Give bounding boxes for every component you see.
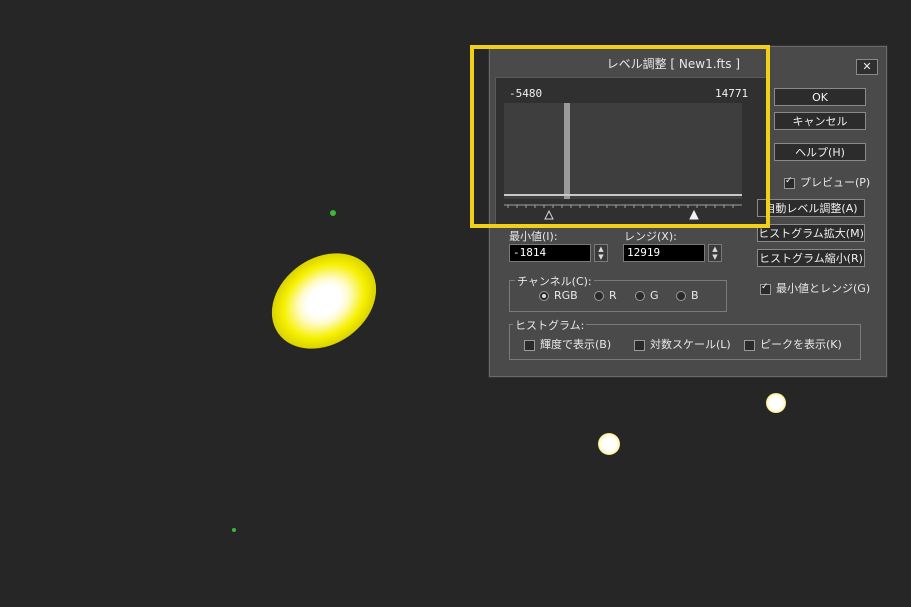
channel-group-label: チャンネル(C): (515, 273, 594, 289)
channel-option-label: RGB (554, 289, 578, 302)
min-and-range-label: 最小値とレンジ(G) (776, 282, 871, 295)
preview-check-icon[interactable] (784, 176, 795, 189)
radio-icon[interactable] (635, 291, 645, 301)
log-scale-checkbox[interactable]: 対数スケール(L) (634, 336, 731, 352)
spin-up-icon[interactable]: ▲ (595, 245, 607, 253)
channel-radio-rgb[interactable]: RGB (539, 289, 578, 302)
channel-option-label: G (650, 289, 659, 302)
option-label: 輝度で表示(B) (540, 338, 612, 351)
checkbox-icon[interactable] (634, 339, 645, 351)
min-value-label: 最小値(I): (509, 230, 558, 243)
channel-radio-g[interactable]: G (635, 289, 659, 302)
option-label: ピークを表示(K) (760, 338, 842, 351)
range-input[interactable]: 12919 (623, 244, 705, 262)
checkbox-icon[interactable] (744, 339, 755, 351)
channel-option-label: B (691, 289, 699, 302)
spin-up-icon[interactable]: ▲ (709, 245, 721, 253)
histogram-zoom-in-button[interactable]: ヒストグラム拡大(M) (757, 224, 865, 242)
highlight-box (470, 45, 770, 228)
preview-label: プレビュー(P) (800, 176, 871, 189)
histogram-zoom-out-button[interactable]: ヒストグラム縮小(R) (757, 249, 865, 267)
auto-level-button[interactable]: 自動レベル調整(A) (757, 199, 865, 217)
channel-radio-b[interactable]: B (676, 289, 699, 302)
radio-icon[interactable] (676, 291, 686, 301)
channel-option-label: R (609, 289, 617, 302)
faint-star-object (330, 210, 336, 216)
galaxy-object (253, 233, 395, 369)
histogram-options-label: ヒストグラム: (513, 317, 587, 333)
range-spinner[interactable]: ▲ ▼ (708, 244, 722, 262)
luminance-display-checkbox[interactable]: 輝度で表示(B) (524, 336, 611, 352)
star-object (766, 393, 786, 413)
range-label: レンジ(X): (624, 230, 677, 243)
spin-down-icon[interactable]: ▼ (595, 253, 607, 261)
star-object (598, 433, 620, 455)
close-button[interactable]: ✕ (856, 59, 878, 75)
min-value-input[interactable]: -1814 (509, 244, 591, 262)
preview-checkbox[interactable]: プレビュー(P) (784, 174, 870, 190)
spin-down-icon[interactable]: ▼ (709, 253, 721, 261)
ok-button[interactable]: OK (774, 88, 866, 106)
min-and-range-checkbox[interactable]: 最小値とレンジ(G) (760, 280, 870, 296)
radio-icon[interactable] (594, 291, 604, 301)
help-button[interactable]: ヘルプ(H) (774, 143, 866, 161)
option-label: 対数スケール(L) (650, 338, 731, 351)
checkbox-icon[interactable] (524, 339, 535, 351)
min-and-range-check-icon[interactable] (760, 282, 771, 295)
show-peak-checkbox[interactable]: ピークを表示(K) (744, 336, 842, 352)
radio-selected-icon[interactable] (539, 291, 549, 301)
channel-radio-r[interactable]: R (594, 289, 617, 302)
faint-star-object (232, 528, 236, 532)
min-value-spinner[interactable]: ▲ ▼ (594, 244, 608, 262)
cancel-button[interactable]: キャンセル (774, 112, 866, 130)
